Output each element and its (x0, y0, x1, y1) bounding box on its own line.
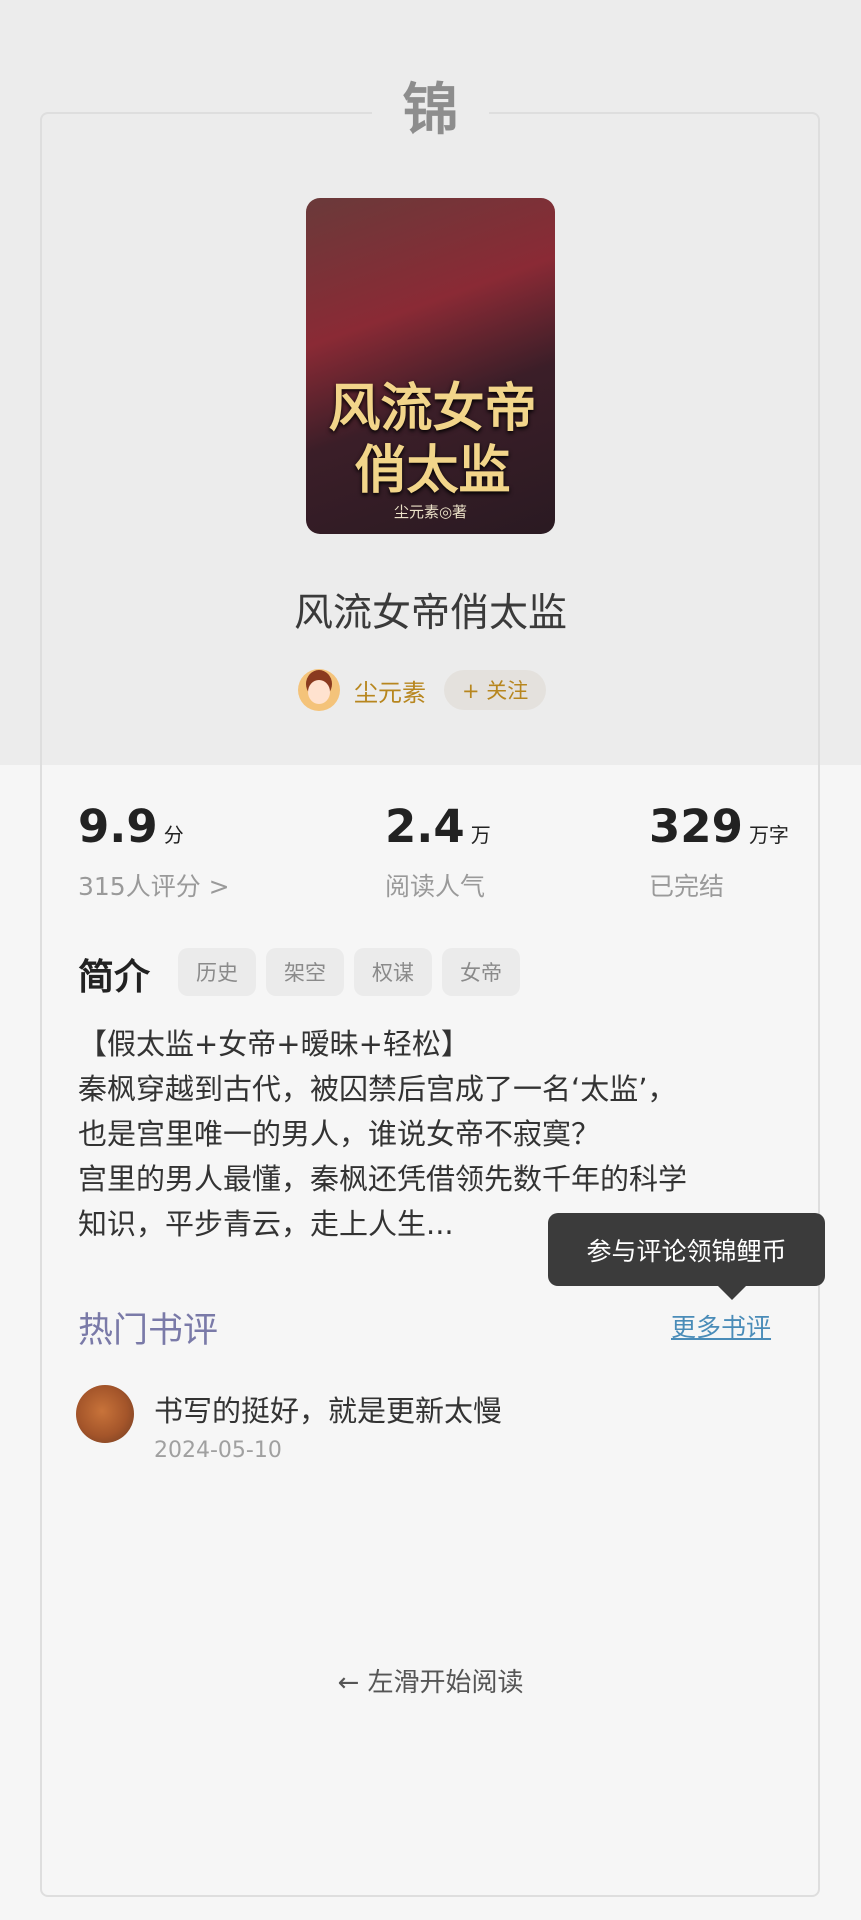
completion-status: 已完结 (649, 872, 725, 901)
book-cover[interactable]: 风流女帝 俏太监 尘元素◎著 (306, 198, 555, 534)
follow-button[interactable]: + 关注 (444, 670, 547, 710)
tag-fictional[interactable]: 架空 (266, 948, 344, 996)
cover-title: 风流女帝 俏太监 (320, 378, 545, 502)
rating-unit: 分 (163, 823, 184, 847)
rating-stat[interactable]: 9.9 分 315人评分 > (78, 800, 230, 903)
rating-count-link[interactable]: 315人评分 > (78, 867, 230, 903)
tag-intrigue[interactable]: 权谋 (354, 948, 432, 996)
book-title: 风流女帝俏太监 (293, 591, 567, 636)
cover-title-line2: 俏太监 (354, 440, 511, 501)
tag-list: 历史 架空 权谋 女帝 (178, 948, 520, 996)
review-reward-tooltip[interactable]: 参与评论领锦鲤币 (548, 1213, 825, 1300)
brand-logo: 锦 (402, 77, 459, 143)
swipe-to-read-hint: ← 左滑开始阅读 (337, 1668, 524, 1698)
tag-history[interactable]: 历史 (178, 948, 256, 996)
author-avatar[interactable] (298, 669, 340, 711)
cover-title-line1: 风流女帝 (328, 378, 537, 439)
intro-heading: 简介 (78, 957, 151, 998)
word-count-stat: 329 万字 已完结 (649, 800, 789, 903)
reviewer-avatar[interactable] (76, 1385, 134, 1443)
popularity-value: 2.4 (385, 800, 465, 853)
popularity-unit: 万 (470, 823, 491, 847)
author-name[interactable]: 尘元素 (354, 673, 426, 708)
popularity-stat: 2.4 万 阅读人气 (385, 800, 491, 903)
author-row: 尘元素 + 关注 (298, 669, 547, 711)
intro-line: 【假太监+女帝+暧昧+轻松】 (78, 1027, 470, 1061)
hot-reviews-heading: 热门书评 (78, 1311, 219, 1351)
word-count-unit: 万字 (748, 823, 789, 847)
rating-value: 9.9 (78, 800, 158, 853)
tag-empress[interactable]: 女帝 (442, 948, 520, 996)
review-text[interactable]: 书写的挺好，就是更新太慢 (154, 1388, 502, 1430)
popularity-label: 阅读人气 (385, 872, 486, 901)
intro-line: 也是宫里唯一的男人，谁说女帝不寂寞？ (78, 1117, 601, 1151)
more-reviews-link[interactable]: 更多书评 (671, 1308, 771, 1344)
intro-line: 宫里的男人最懂，秦枫还凭借领先数千年的科学 (78, 1162, 688, 1196)
intro-line: 秦枫穿越到古代，被囚禁后宫成了一名‘太监’， (78, 1072, 677, 1106)
cover-author-mark: 尘元素◎著 (393, 503, 468, 521)
word-count-value: 329 (649, 800, 743, 853)
review-date: 2024-05-10 (154, 1438, 282, 1463)
